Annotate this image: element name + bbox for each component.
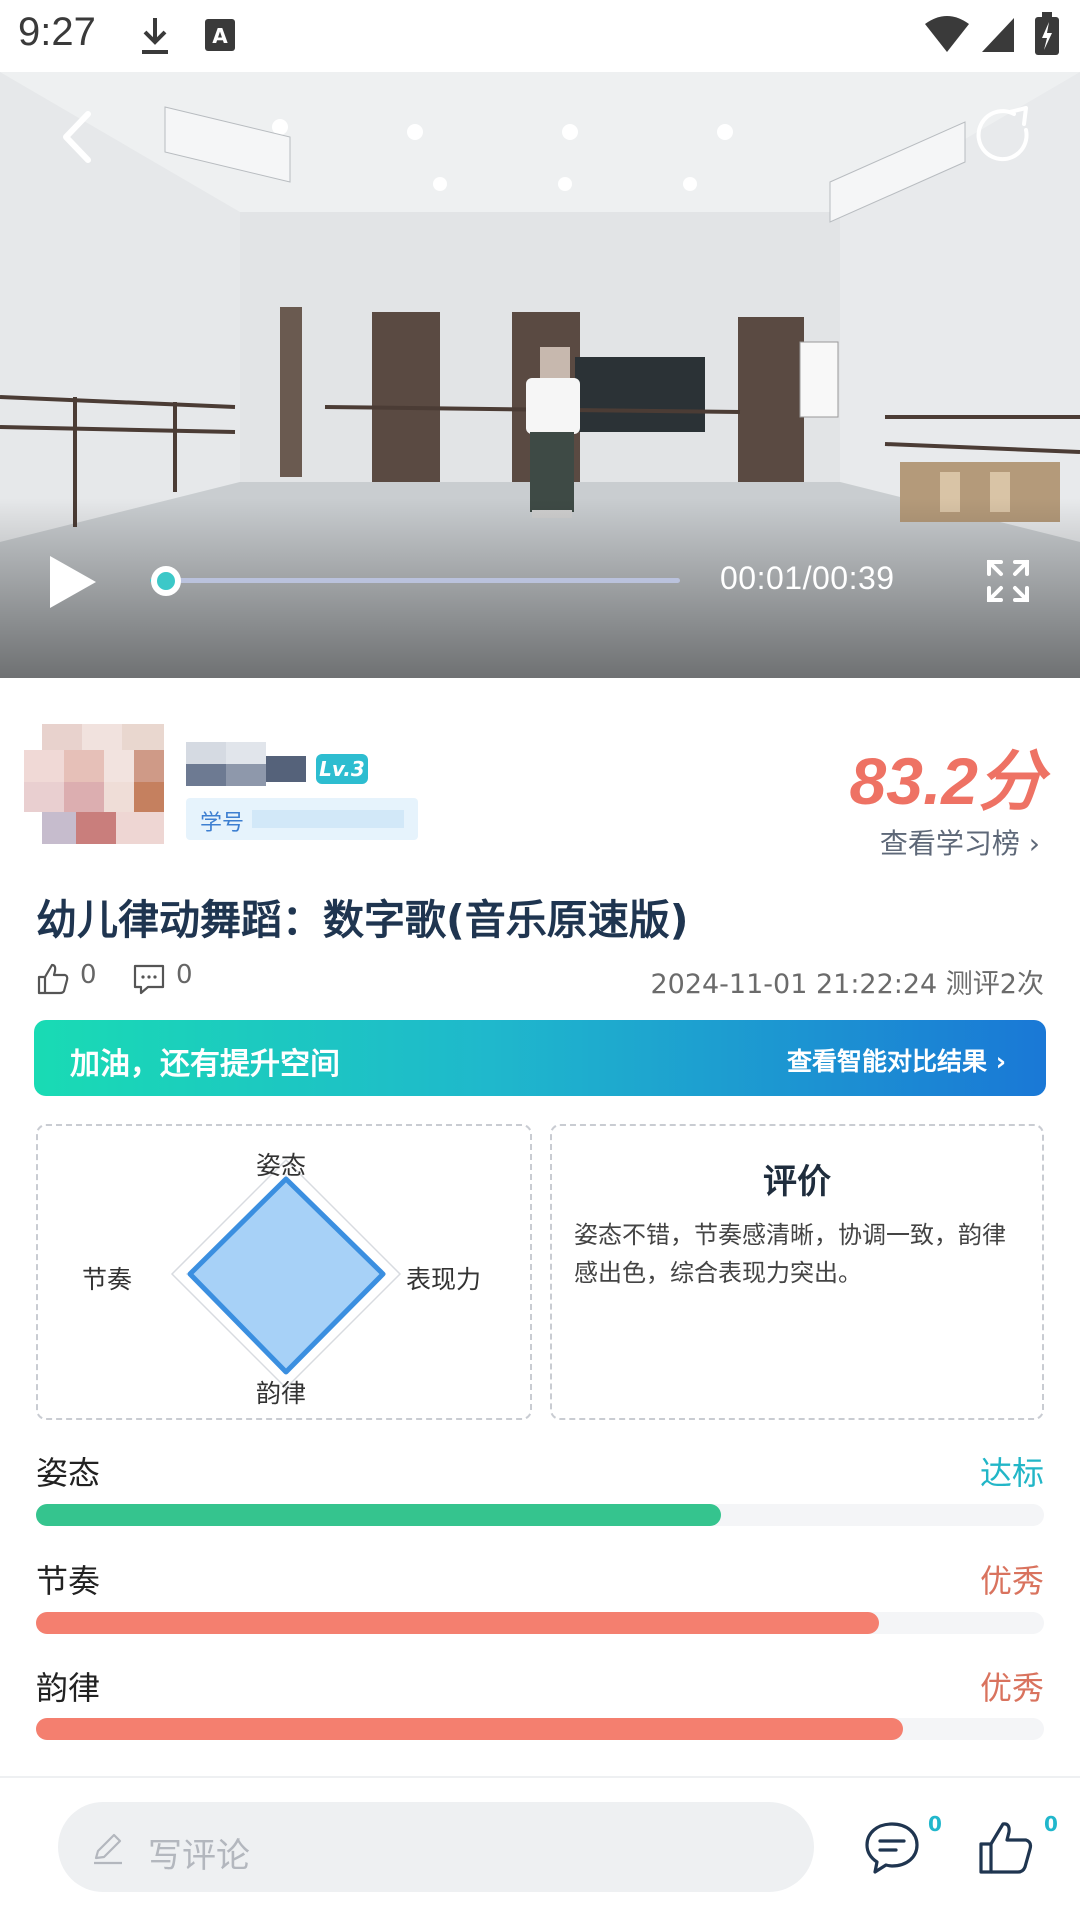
comment-placeholder: 写评论 bbox=[148, 1836, 250, 1876]
metric-level-posture: 达标 bbox=[979, 1454, 1044, 1492]
view-leaderboard-link[interactable]: 查看学习榜 › bbox=[880, 822, 1040, 862]
meta-stats: 0 0 bbox=[36, 960, 236, 1000]
comment-bubble-icon[interactable] bbox=[862, 1818, 922, 1878]
radar-label-bottom: 韵律 bbox=[256, 1379, 307, 1408]
metric-fill-posture bbox=[36, 1504, 722, 1526]
comment-input[interactable]: 写评论 bbox=[58, 1802, 814, 1892]
bottom-like-count: 0 bbox=[1044, 1812, 1058, 1836]
bottom-comment-count: 0 bbox=[928, 1812, 942, 1836]
status-time: 9:27 bbox=[18, 10, 96, 54]
share-icon[interactable] bbox=[970, 100, 1040, 170]
status-bar: 9:27 A bbox=[0, 0, 1080, 72]
banner-text: 加油，还有提升空间 bbox=[70, 1047, 340, 1082]
radar-value-shape bbox=[187, 1176, 386, 1375]
view-comparison-link[interactable]: 查看智能对比结果 › bbox=[787, 1042, 1006, 1078]
metric-fill-rhythm bbox=[36, 1612, 879, 1634]
metric-bar-melody bbox=[36, 1718, 1044, 1740]
like-thumb-icon[interactable] bbox=[976, 1818, 1036, 1878]
avatar[interactable] bbox=[24, 724, 164, 844]
score-value: 83.2分 bbox=[849, 744, 1044, 818]
keyboard-a-icon: A bbox=[205, 19, 235, 51]
video-player[interactable]: 00:01/00:39 bbox=[0, 72, 1080, 678]
like-count: 0 bbox=[80, 960, 97, 990]
download-icon bbox=[142, 18, 168, 54]
radar-label-left: 节奏 bbox=[82, 1265, 133, 1294]
video-time: 00:01/00:39 bbox=[720, 560, 895, 596]
video-progress-handle[interactable] bbox=[150, 566, 181, 596]
evaluation-text: 姿态不错，节奏感清晰，协调一致，韵律感出色，综合表现力突出。 bbox=[574, 1221, 1006, 1287]
evaluation-card: 评价 姿态不错，节奏感清晰，协调一致，韵律感出色，综合表现力突出。 bbox=[550, 1124, 1044, 1420]
metric-level-melody: 优秀 bbox=[979, 1669, 1044, 1707]
student-id-tag: 学号 bbox=[186, 798, 418, 840]
thumbs-up-icon[interactable] bbox=[36, 962, 70, 996]
metric-name-posture: 姿态 bbox=[36, 1454, 101, 1492]
pencil-icon bbox=[94, 1833, 122, 1865]
video-progress-bar[interactable] bbox=[150, 566, 680, 596]
metric-name-melody: 韵律 bbox=[36, 1669, 101, 1707]
student-id-value bbox=[252, 810, 404, 828]
wifi-icon bbox=[925, 16, 969, 52]
radar-label-right: 表现力 bbox=[406, 1265, 482, 1294]
improvement-banner[interactable]: 加油，还有提升空间 查看智能对比结果 › bbox=[34, 1020, 1046, 1096]
battery-charging-icon bbox=[1035, 12, 1059, 55]
comment-count: 0 bbox=[176, 960, 193, 990]
metric-bar-posture bbox=[36, 1504, 1044, 1526]
assessment-date: 2024-11-01 21:22:24 测评2次 bbox=[650, 969, 1044, 1000]
back-icon[interactable] bbox=[50, 102, 110, 172]
level-badge: Lv.3 bbox=[316, 754, 368, 784]
video-title: 幼儿律动舞蹈：数字歌(音乐原速版) bbox=[36, 896, 689, 944]
play-icon[interactable] bbox=[44, 552, 100, 612]
signal-icon bbox=[982, 18, 1014, 52]
metric-bar-rhythm bbox=[36, 1612, 1044, 1634]
radar-card: 姿态 表现力 韵律 节奏 bbox=[36, 1124, 532, 1420]
fullscreen-icon[interactable] bbox=[985, 558, 1031, 604]
metric-level-rhythm: 优秀 bbox=[979, 1562, 1044, 1600]
metric-name-rhythm: 节奏 bbox=[36, 1562, 101, 1600]
radar-label-top: 姿态 bbox=[256, 1151, 307, 1180]
bottom-divider bbox=[0, 1776, 1080, 1778]
evaluation-title: 评价 bbox=[763, 1162, 831, 1202]
svg-text:A: A bbox=[212, 24, 228, 48]
metric-fill-melody bbox=[36, 1718, 903, 1740]
comment-icon[interactable] bbox=[132, 962, 166, 996]
student-id-label: 学号 bbox=[200, 811, 245, 836]
username bbox=[186, 742, 306, 786]
